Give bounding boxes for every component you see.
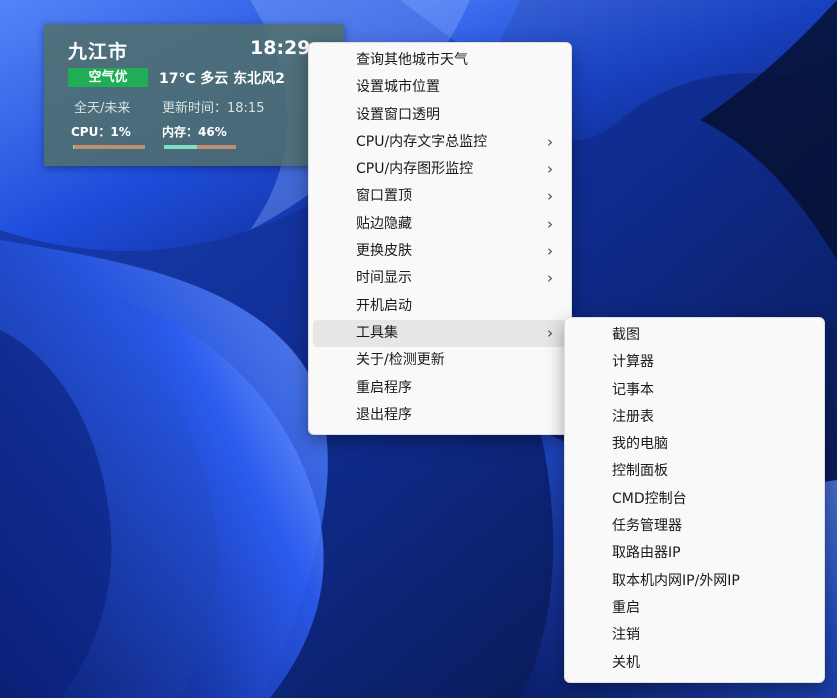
memory-usage-bar bbox=[164, 145, 236, 149]
tools-item-6[interactable]: CMD控制台 bbox=[569, 486, 820, 513]
menu-item-label: CPU/内存文字总监控 bbox=[356, 133, 488, 150]
menu-item-label: 工具集 bbox=[356, 324, 398, 341]
tools-item-2[interactable]: 记事本 bbox=[569, 377, 820, 404]
cpu-usage-fill bbox=[73, 145, 74, 149]
tools-item-7[interactable]: 任务管理器 bbox=[569, 513, 820, 540]
chevron-right-icon: › bbox=[547, 132, 553, 151]
menu-item-3[interactable]: CPU/内存文字总监控 › bbox=[313, 129, 567, 156]
menu-item-label: 重启程序 bbox=[356, 379, 412, 396]
tools-item-label: 重启 bbox=[612, 599, 640, 616]
menu-item-label: 窗口置顶 bbox=[356, 188, 412, 205]
chevron-right-icon: › bbox=[547, 214, 553, 233]
menu-item-6[interactable]: 贴边隐藏 › bbox=[313, 211, 567, 238]
update-time: 更新时间：18:15 bbox=[162, 101, 265, 116]
weather-summary: 17℃ 多云 东北风2 bbox=[159, 71, 285, 87]
tools-item-label: 记事本 bbox=[612, 381, 654, 398]
tools-item-label: 任务管理器 bbox=[612, 518, 682, 535]
cpu-usage-bar bbox=[73, 145, 145, 149]
tools-item-1[interactable]: 计算器 bbox=[569, 349, 820, 376]
menu-item-12[interactable]: 重启程序 bbox=[313, 375, 567, 402]
context-menu: 查询其他城市天气 设置城市位置 设置窗口透明 CPU/内存文字总监控 › CPU/内存图形… bbox=[308, 42, 572, 435]
menu-item-0[interactable]: 查询其他城市天气 bbox=[313, 47, 567, 74]
cpu-usage-label: CPU：1% bbox=[71, 125, 131, 139]
tools-item-8[interactable]: 取路由器IP bbox=[569, 540, 820, 567]
desktop: 九江市 18:29 空气优 17℃ 多云 东北风2 全天/未来 更新时间：18:… bbox=[0, 0, 837, 698]
menu-item-7[interactable]: 更换皮肤 › bbox=[313, 238, 567, 265]
tools-item-label: 关机 bbox=[612, 654, 640, 671]
menu-item-label: 查询其他城市天气 bbox=[356, 52, 468, 68]
menu-item-label: 贴边隐藏 bbox=[356, 215, 412, 232]
tools-item-3[interactable]: 注册表 bbox=[569, 404, 820, 431]
forecast-link[interactable]: 全天/未来 bbox=[74, 97, 130, 116]
menu-item-10[interactable]: 工具集 › bbox=[313, 319, 567, 348]
tools-item-10[interactable]: 重启 bbox=[569, 595, 820, 622]
menu-item-11[interactable]: 关于/检测更新 bbox=[313, 347, 567, 374]
menu-item-label: 退出程序 bbox=[356, 406, 412, 423]
tools-item-label: 控制面板 bbox=[612, 463, 668, 480]
menu-item-2[interactable]: 设置窗口透明 bbox=[313, 102, 567, 129]
weather-widget[interactable]: 九江市 18:29 空气优 17℃ 多云 东北风2 全天/未来 更新时间：18:… bbox=[44, 24, 344, 166]
chevron-right-icon: › bbox=[547, 323, 553, 342]
menu-item-label: CPU/内存图形监控 bbox=[356, 161, 474, 178]
menu-item-label: 更换皮肤 bbox=[356, 243, 412, 260]
menu-item-label: 设置窗口透明 bbox=[356, 106, 440, 123]
tools-submenu: 截图计算器记事本注册表我的电脑控制面板 CMD控制台 任务管理器取路由器IP 取本机内… bbox=[564, 317, 825, 683]
tools-item-label: 注册表 bbox=[612, 408, 654, 425]
menu-item-label: 关于/检测更新 bbox=[356, 352, 445, 369]
chevron-right-icon: › bbox=[547, 160, 553, 179]
tools-item-4[interactable]: 我的电脑 bbox=[569, 431, 820, 458]
tools-item-label: 我的电脑 bbox=[612, 436, 668, 453]
tools-item-0[interactable]: 截图 bbox=[569, 322, 820, 349]
chevron-right-icon: › bbox=[547, 269, 553, 288]
memory-usage-label: 内存：46% bbox=[162, 125, 227, 139]
menu-item-9[interactable]: 开机启动 bbox=[313, 293, 567, 320]
tools-item-label: 取路由器IP bbox=[612, 545, 681, 562]
memory-usage-fill bbox=[164, 145, 198, 149]
tools-item-label: 计算器 bbox=[612, 354, 654, 371]
tools-item-12[interactable]: 关机 bbox=[569, 650, 820, 677]
tools-item-label: 截图 bbox=[612, 327, 640, 343]
chevron-right-icon: › bbox=[547, 187, 553, 206]
chevron-right-icon: › bbox=[547, 242, 553, 261]
clock-time: 18:29 bbox=[250, 37, 311, 59]
menu-item-5[interactable]: 窗口置顶 › bbox=[313, 183, 567, 210]
tools-item-11[interactable]: 注销 bbox=[569, 622, 820, 649]
city-name: 九江市 bbox=[68, 41, 129, 63]
menu-item-1[interactable]: 设置城市位置 bbox=[313, 74, 567, 101]
menu-item-label: 时间显示 bbox=[356, 270, 412, 287]
menu-item-8[interactable]: 时间显示 › bbox=[313, 265, 567, 292]
menu-item-label: 设置城市位置 bbox=[356, 79, 440, 96]
tools-item-label: CMD控制台 bbox=[612, 490, 687, 507]
menu-item-4[interactable]: CPU/内存图形监控 › bbox=[313, 156, 567, 183]
tools-item-9[interactable]: 取本机内网IP/外网IP bbox=[569, 568, 820, 595]
menu-item-label: 开机启动 bbox=[356, 297, 412, 314]
menu-item-13[interactable]: 退出程序 bbox=[313, 402, 567, 429]
air-quality-badge: 空气优 bbox=[68, 68, 148, 87]
tools-item-label: 取本机内网IP/外网IP bbox=[612, 572, 740, 589]
tools-item-label: 注销 bbox=[612, 627, 640, 644]
tools-item-5[interactable]: 控制面板 bbox=[569, 458, 820, 485]
